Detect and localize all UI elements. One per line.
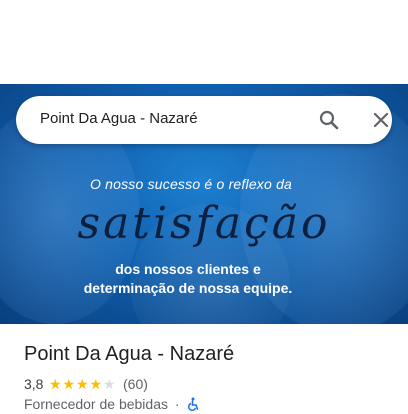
review-count[interactable]: (60) xyxy=(123,376,148,392)
star-filled-icon: ★ xyxy=(49,376,62,392)
star-filled-icon: ★ xyxy=(62,376,76,392)
star-empty-icon: ★ xyxy=(103,376,116,392)
search-icon[interactable] xyxy=(317,108,341,132)
place-category: Fornecedor de bebidas xyxy=(24,396,168,412)
top-blank-area xyxy=(0,0,408,84)
search-box[interactable]: Point Da Agua - Nazaré xyxy=(16,96,392,144)
category-row: Fornecedor de bebidas · xyxy=(24,396,200,412)
star-filled-icon: ★ xyxy=(89,376,103,392)
search-input[interactable]: Point Da Agua - Nazaré xyxy=(40,110,198,127)
photo-slogan-line2a: dos nossos clientes e xyxy=(115,261,261,277)
photo-slogan-line2: dos nossos clientes e determinação de no… xyxy=(0,260,376,298)
star-filled-icon: ★ xyxy=(76,376,89,392)
photo-slogan-line1: O nosso sucesso é o reflexo da xyxy=(89,176,293,192)
star-rating: ★★★★★ xyxy=(49,376,117,393)
place-title: Point Da Agua - Nazaré xyxy=(24,343,235,365)
photo-slogan-line2b: determinação de nossa equipe. xyxy=(83,280,293,296)
close-icon[interactable] xyxy=(369,108,393,132)
photo-slogan-script: satisfação xyxy=(77,198,331,249)
separator-dot: · xyxy=(174,396,180,412)
rating-value: 3,8 xyxy=(24,376,44,392)
wheelchair-icon xyxy=(186,397,200,412)
